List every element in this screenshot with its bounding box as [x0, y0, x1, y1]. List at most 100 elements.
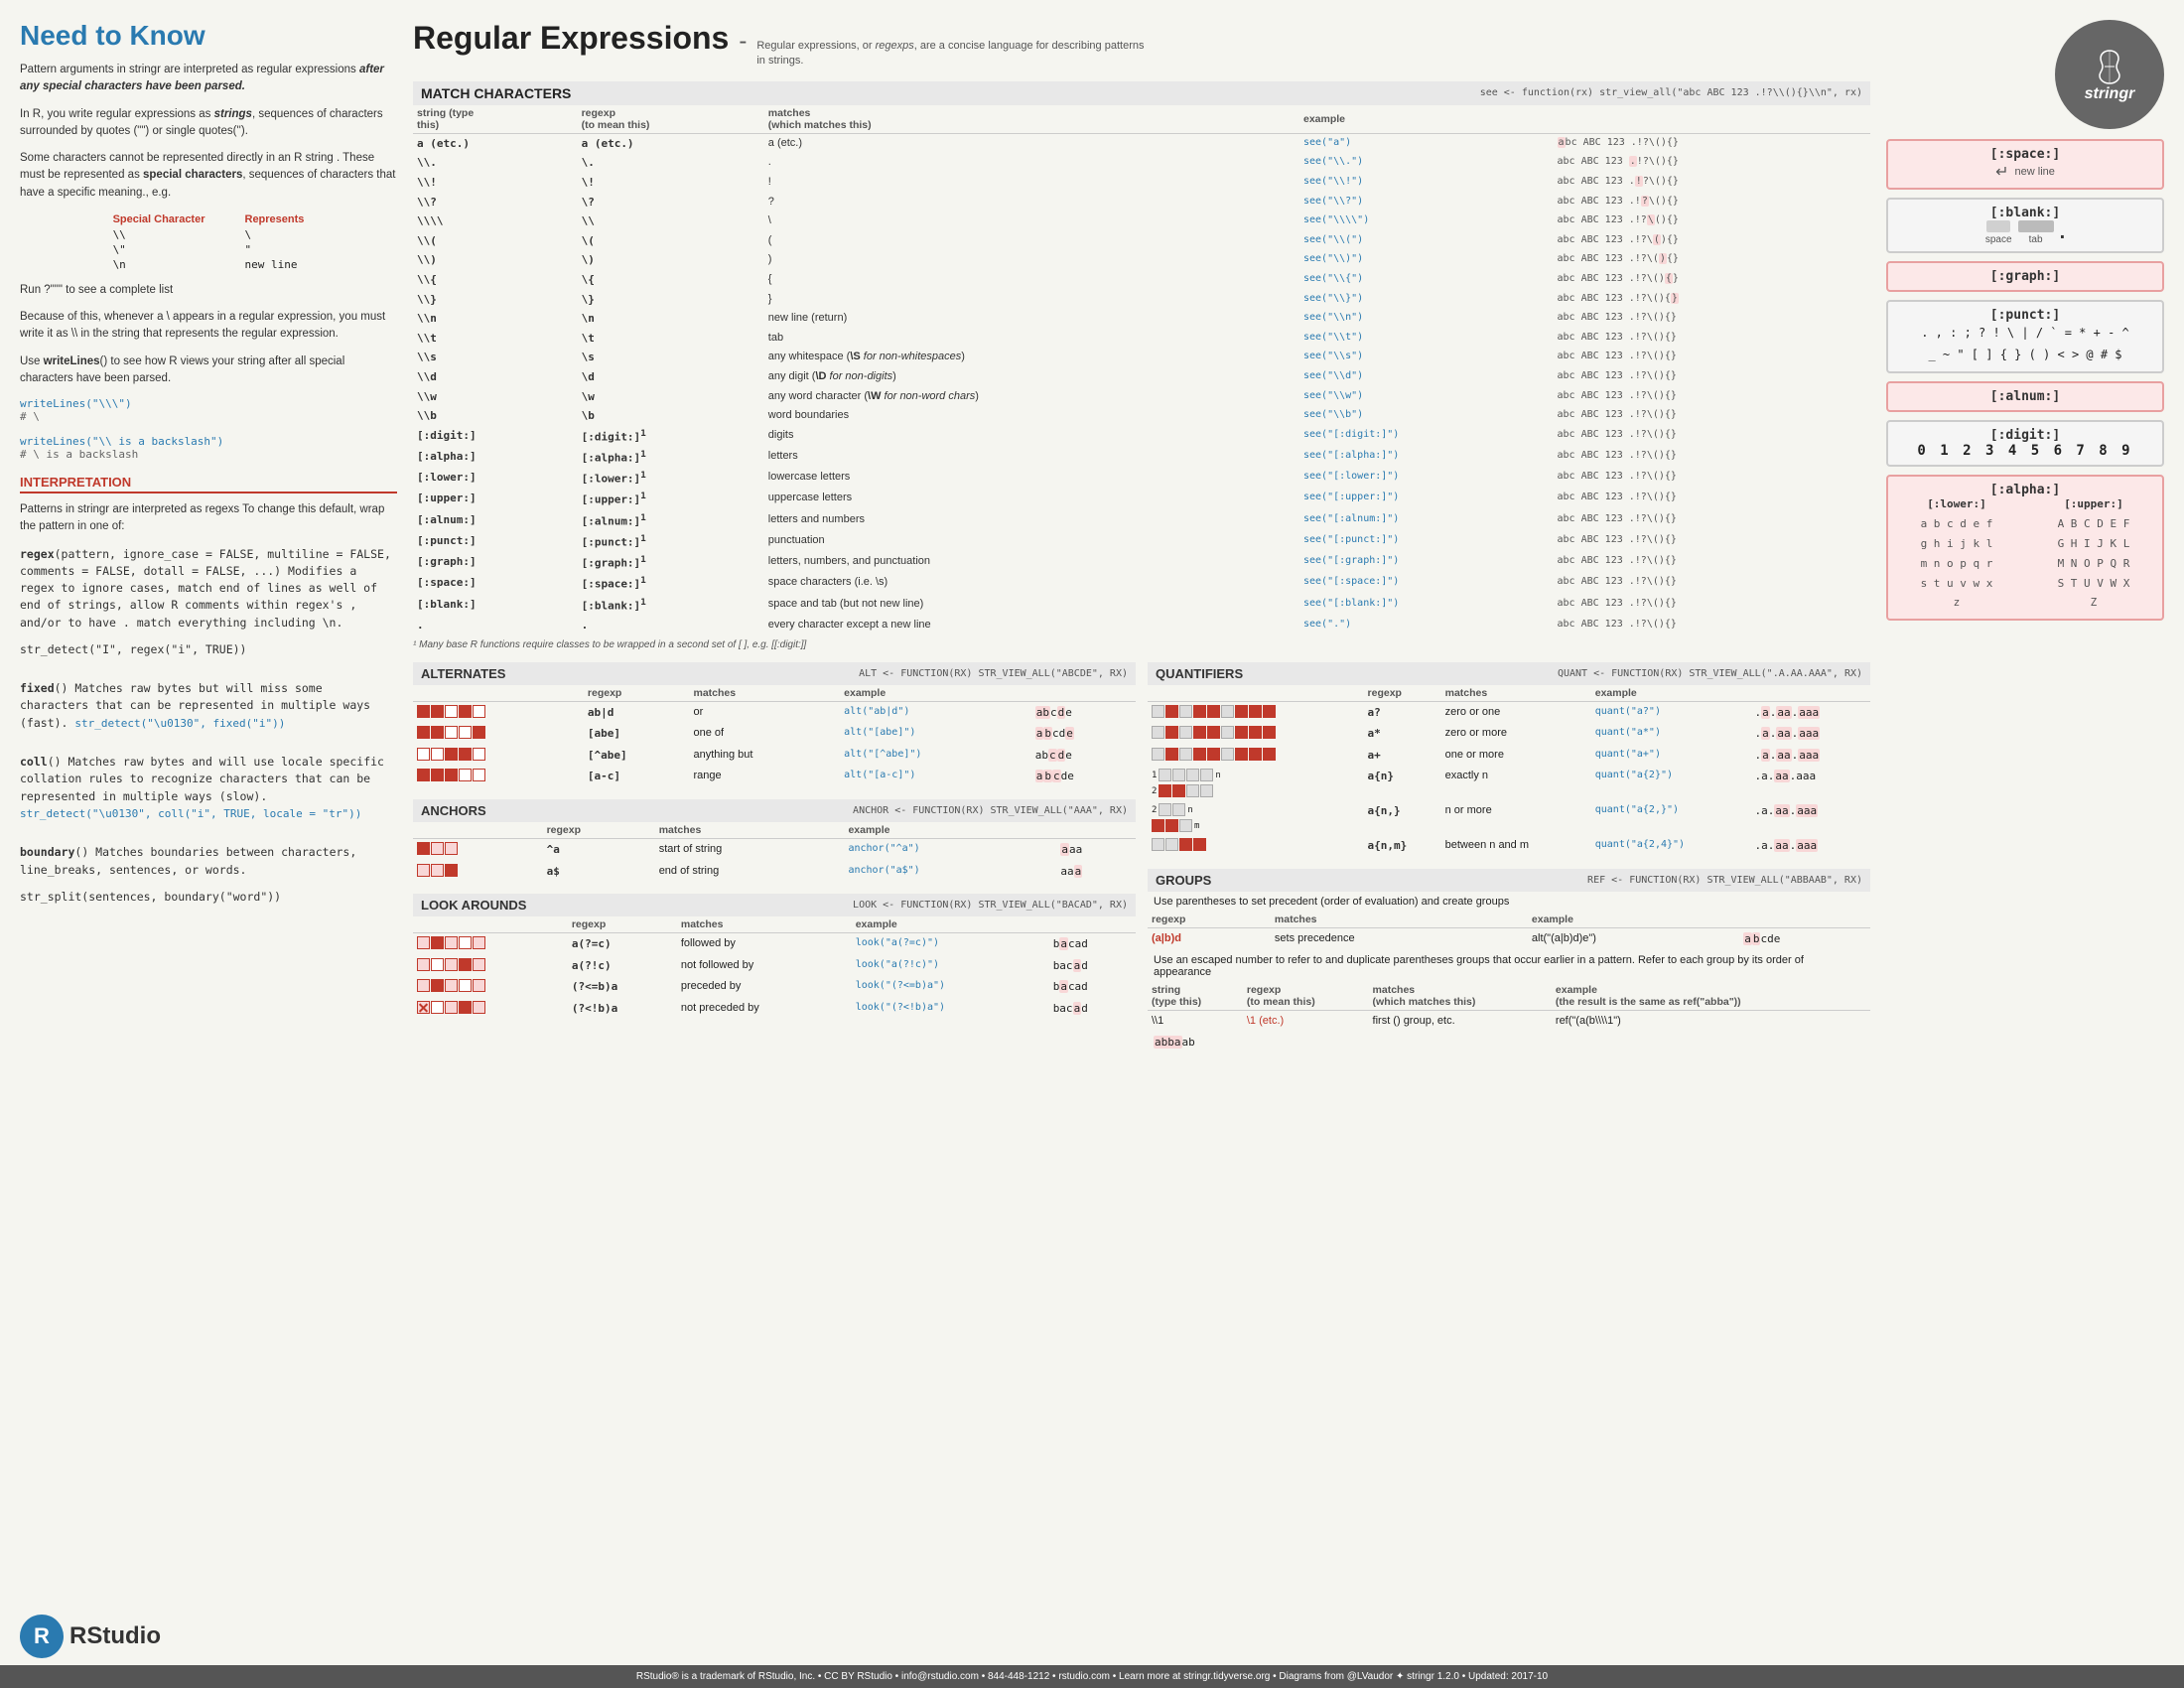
mc-regexp: \d: [578, 367, 764, 387]
left-para3: Some characters cannot be represented di…: [20, 150, 397, 202]
lower-col: [:lower:] a b c d e f g h i j k l m n o …: [1921, 497, 1993, 613]
mc-regexp: \t: [578, 329, 764, 349]
bottom-sections: ALTERNATES alt <- function(rx) str_view_…: [413, 662, 1870, 1065]
mc-matches: new line (return): [764, 309, 1299, 329]
mc-example: abc ABC 123 .!?\(){}: [1554, 489, 1870, 509]
special-chars-table: Special Character Represents \\ \ \" " \…: [93, 211, 325, 272]
lookarounds-title: LOOK AROUNDS: [421, 898, 526, 913]
table-row: ^a start of string anchor("^a") aaa: [413, 838, 1136, 860]
left-panel: Need to Know Pattern arguments in string…: [20, 20, 397, 1645]
table-row: a(?!c) not followed by look("a(?!c)") ba…: [413, 955, 1136, 977]
g2-string: \\1: [1148, 1010, 1243, 1032]
interp-para: Patterns in stringr are interpreted as r…: [20, 501, 397, 536]
table-row: 1 n 2: [1148, 766, 1870, 800]
mc-string: \\{: [413, 270, 578, 290]
mc-string: \\\\: [413, 211, 578, 231]
table-row: a? zero or one quant("a?") .a.aa.aaa: [1148, 701, 1870, 723]
graph-class-box: [:graph:]: [1886, 261, 2164, 292]
fixed-block: fixed() Matches raw bytes but will miss …: [20, 680, 397, 732]
table-row: \\! \! ! see("\\!") abc ABC 123 .!?\(){}: [413, 173, 1870, 193]
mc-matches: }: [764, 290, 1299, 310]
mc-th-example: example: [1299, 105, 1870, 134]
la-regexp: a(?=c): [568, 933, 677, 955]
alternates-section: ALTERNATES alt <- function(rx) str_view_…: [413, 662, 1136, 787]
mc-matches: letters, numbers, and punctuation: [764, 552, 1299, 573]
alnum-class-title: [:alnum:]: [1898, 389, 2152, 404]
la-vis: [413, 998, 568, 1020]
g2-th-string: string(type this): [1148, 982, 1243, 1011]
left-para4: Because of this, whenever a \ appears in…: [20, 309, 397, 344]
mc-matches: uppercase letters: [764, 489, 1299, 509]
alt-regexp: [abe]: [584, 723, 690, 745]
la-regexp: a(?!c): [568, 955, 677, 977]
mc-example: abc ABC 123 .!?\(){}: [1554, 290, 1870, 310]
g2-example: ref("(a(b\\\\1"): [1552, 1010, 1870, 1032]
mc-regexp: [:digit:]1: [578, 426, 764, 447]
run-code-text: Run ?""" to see a complete list: [20, 282, 397, 299]
mc-see: see("\\s"): [1299, 348, 1554, 367]
mc-example: abc ABC 123 .!?\(){}: [1554, 552, 1870, 573]
groups-see-fn: ref <- function(rx) str_view_all("abbaab…: [1587, 875, 1862, 886]
lookarounds-table: regexp matches example: [413, 916, 1136, 1019]
mc-regexp: [:lower:]1: [578, 468, 764, 489]
q-result: .a.aa.aaa: [1751, 745, 1870, 767]
coll-block: coll() Matches raw bytes and will use lo…: [20, 754, 397, 822]
g-th-example: example: [1528, 912, 1739, 928]
mc-matches: lowercase letters: [764, 468, 1299, 489]
mc-example: abc ABC 123 .!?\(){}: [1554, 616, 1870, 635]
r-circle: R: [20, 1615, 64, 1658]
mc-regexp: [:space:]1: [578, 573, 764, 594]
punct-chars2: _ ~ " [ ] { } ( ) < > @ # $: [1898, 345, 2152, 366]
mc-see: see("[:punct:]"): [1299, 531, 1554, 552]
mc-see: see("\\t"): [1299, 329, 1554, 349]
alternates-title: ALTERNATES: [421, 666, 505, 681]
mc-example: abc ABC 123 .!?\(){}: [1554, 367, 1870, 387]
stringr-label: stringr: [2085, 85, 2135, 103]
mc-example: abc ABC 123 .!?\(){}: [1554, 173, 1870, 193]
alt-matches: range: [689, 766, 840, 787]
anc-regexp: ^a: [543, 838, 655, 860]
table-row: \\{ \{ { see("\\{") abc ABC 123 .!?\(){}: [413, 270, 1870, 290]
rstudio-logo: R RStudio: [20, 1615, 161, 1658]
right-panel: stringr [:space:] ↵ new line [:blank:] s…: [1886, 20, 2164, 1645]
table-row: a (etc.) a (etc.) a (etc.) see("a") abc …: [413, 133, 1870, 153]
alpha-class-title: [:alpha:]: [1898, 483, 2152, 497]
punct-class-box: [:punct:] . , : ; ? ! \ | / ` = * + - ^ …: [1886, 300, 2164, 373]
boundary-block: boundary() Matches boundaries between ch…: [20, 844, 397, 906]
mc-th-string: string (typethis): [413, 105, 578, 134]
mc-see: see("\\w"): [1299, 387, 1554, 407]
anchors-table: regexp matches example: [413, 822, 1136, 882]
q-vis: 2 n: [1148, 800, 1364, 835]
mc-string: [:graph:]: [413, 552, 578, 573]
quantifiers-section: QUANTIFIERS quant <- function(rx) str_vi…: [1148, 662, 1870, 857]
mc-example: abc ABC 123 .!?\(){}: [1554, 211, 1870, 231]
alt-vis: [413, 701, 584, 723]
la-matches: not preceded by: [677, 998, 852, 1020]
g2-th-example: example(the result is the same as ref("a…: [1552, 982, 1870, 1011]
table-row: (?<!b)a not preceded by look("(?<!b)a") …: [413, 998, 1136, 1020]
mc-regexp: [:punct:]1: [578, 531, 764, 552]
mc-string: [:blank:]: [413, 595, 578, 616]
mc-example: abc ABC 123 .!?\(){}: [1554, 387, 1870, 407]
mc-string: [:upper:]: [413, 489, 578, 509]
mc-see: see("\\)"): [1299, 250, 1554, 270]
q-th-example: example: [1591, 685, 1751, 702]
mc-string: [:alnum:]: [413, 510, 578, 531]
mc-matches: punctuation: [764, 531, 1299, 552]
mc-see: see("\\."): [1299, 153, 1554, 173]
mc-string: .: [413, 616, 578, 635]
la-regexp: (?<!b)a: [568, 998, 677, 1020]
mc-string: \\n: [413, 309, 578, 329]
mc-example: abc ABC 123 .!?\(){}: [1554, 348, 1870, 367]
match-chars-header: MATCH CHARACTERS see <- function(rx) str…: [413, 81, 1870, 105]
q-vis: [1148, 701, 1364, 723]
la-th-example: example: [852, 916, 1049, 933]
table-row: [:punct:] [:punct:]1 punctuation see("[:…: [413, 531, 1870, 552]
mc-string: [:digit:]: [413, 426, 578, 447]
q-example: quant("a+"): [1591, 745, 1751, 767]
mc-string: \\(: [413, 231, 578, 251]
table-row: a{n,m} between n and m quant("a{2,4}") .…: [1148, 835, 1870, 857]
groups-table2: string(type this) regexp(to mean this) m…: [1148, 982, 1870, 1033]
match-chars-footnote: ¹ Many base R functions require classes …: [413, 639, 1870, 650]
g-th-result: [1739, 912, 1870, 928]
